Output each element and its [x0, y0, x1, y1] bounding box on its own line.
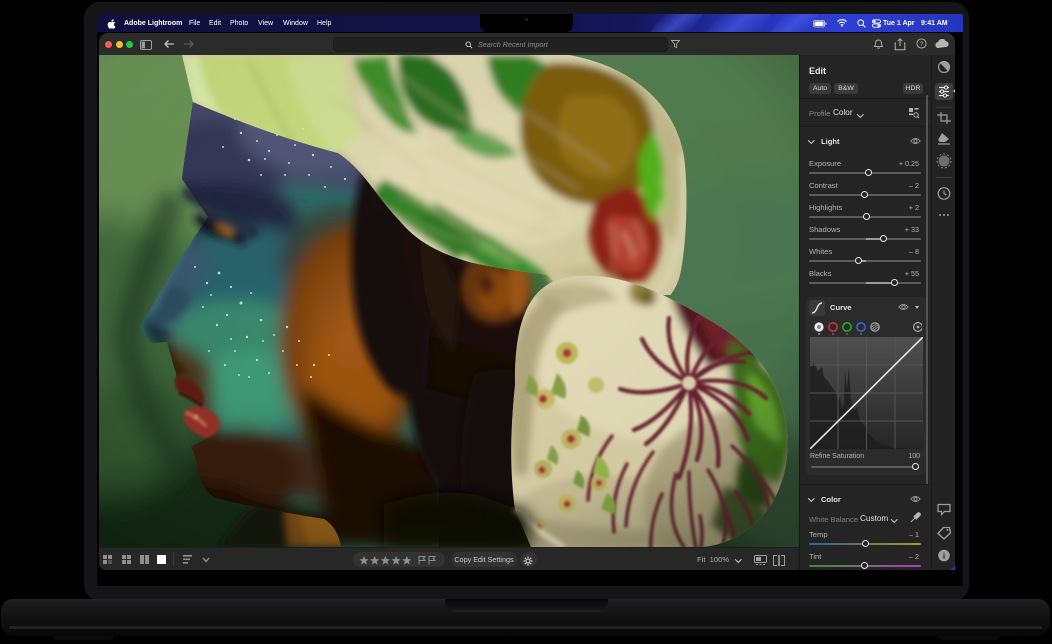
svg-text:?: ?	[920, 41, 924, 48]
